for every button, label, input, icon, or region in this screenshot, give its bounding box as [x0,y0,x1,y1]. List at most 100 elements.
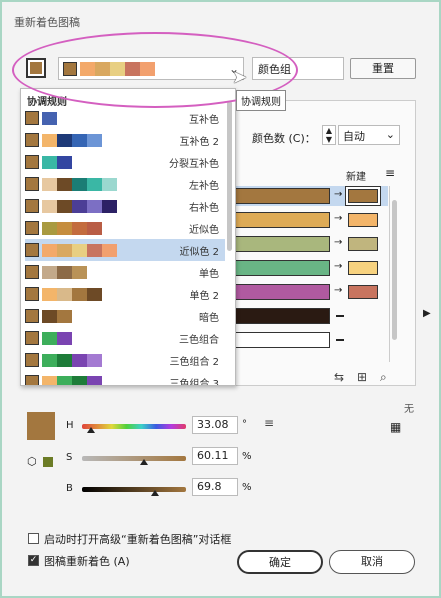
find-color-icon[interactable]: ⌕ [380,370,387,385]
harmony-rule-item[interactable]: 三色组合 2 [25,349,225,371]
harmony-rule-item[interactable]: 互补色 2 [25,129,225,151]
current-color-bar[interactable] [234,308,330,324]
b-label: B [66,483,73,494]
hue-slider-thumb[interactable] [87,427,96,433]
hue-slider[interactable] [82,424,186,429]
arrow-right-icon[interactable]: → [334,285,342,296]
brightness-slider-thumb[interactable] [150,490,159,496]
harmony-rule-item[interactable]: 右补色 [25,195,225,217]
cancel-button[interactable]: 取消 [329,550,415,574]
brightness-slider[interactable] [82,487,186,492]
harmony-tooltip: 协调规则 [236,90,286,111]
harmony-color-chip [42,243,57,257]
dialog-title: 重新着色图稿 [14,16,80,29]
gamut-color-swatch[interactable] [43,457,53,467]
new-color-swatch[interactable] [348,237,378,251]
arrow-right-icon[interactable]: → [334,237,342,248]
recolor-artwork-label: 图稿重新着色 (A) [44,555,130,568]
saturation-unit: % [242,451,252,462]
color-count-stepper[interactable]: ▲ ▼ [322,125,336,145]
current-color-bar[interactable] [234,332,330,348]
arrow-right-icon[interactable]: → [334,213,342,224]
new-color-swatch[interactable] [348,213,378,227]
color-mode-grid-icon[interactable]: ▦ [390,420,401,434]
ok-button[interactable]: 确定 [237,550,323,574]
saturation-value-field[interactable]: 60.11 [192,447,238,465]
new-color-swatch[interactable] [348,261,378,275]
harmony-color-chip [57,309,72,323]
color-count-select[interactable]: 自动 ⌄ [338,125,400,145]
harmony-rule-label: 暗色 [199,312,219,324]
harmony-color-chip [87,375,102,385]
randomize-saturation-icon[interactable]: ⊞ [357,370,367,384]
harmony-color-chip [87,221,102,235]
harmony-color-chip [25,155,39,169]
harmony-color-chip [72,221,87,235]
arrow-right-icon[interactable]: → [334,189,342,200]
harmony-color-chip [57,221,72,235]
brightness-value-field[interactable]: 69.8 [192,478,238,496]
color-count-label: 颜色数 (C)： [252,132,316,145]
current-color-bar[interactable] [234,212,330,228]
harmony-color-chip [42,287,57,301]
strip-color-chip [125,61,140,76]
reset-button[interactable]: 重置 [350,58,416,79]
harmony-rule-label: 单色 [199,268,219,280]
color-group-name-field[interactable]: 颜色组 [252,57,344,80]
harmony-color-chip [42,221,57,235]
current-color-bar[interactable] [234,236,330,252]
pointer-cursor-icon: ➤ [232,67,248,88]
menu-icon[interactable]: ≡ [264,416,274,430]
harmony-color-chip [42,353,57,367]
harmony-color-chip [102,177,117,191]
recolor-artwork-checkbox[interactable]: ✓ [28,555,39,566]
menu-icon[interactable]: ≡ [385,166,395,180]
harmony-rule-item[interactable]: 单色 [25,261,225,283]
saturation-slider[interactable] [82,456,186,461]
harmony-color-chip [72,287,87,301]
expand-panel-icon[interactable]: ▶ [423,308,431,319]
harmony-color-chip [25,353,39,367]
harmony-rule-item[interactable]: 三色组合 3 [25,371,225,385]
new-color-swatch[interactable] [348,285,378,299]
harmony-rule-item[interactable]: 暗色 [25,305,225,327]
current-color-bar[interactable] [234,284,330,300]
harmony-rule-item[interactable]: 左补色 [25,173,225,195]
dropdown-scrollbar[interactable] [226,91,233,383]
base-color-swatch[interactable] [26,58,46,78]
harmony-color-chip [72,265,87,279]
harmony-rule-item[interactable]: 近似色 [25,217,225,239]
harmony-rule-label: 右补色 [189,202,219,214]
saturation-slider-thumb[interactable] [140,459,149,465]
harmony-color-chip [57,331,72,345]
harmony-color-chip [25,265,39,279]
randomize-order-icon[interactable]: ⇆ [334,370,344,384]
harmony-color-chip [72,177,87,191]
harmony-rule-item[interactable]: 分裂互补色 [25,151,225,173]
harmony-color-chip [57,353,72,367]
harmony-dropdown[interactable]: ⌄ [58,57,244,80]
harmony-rule-item[interactable]: 互补色 [25,107,225,129]
strip-color-chip [140,61,155,76]
harmony-rules-dropdown: 协调规则 互补色 互补色 2 分裂互补色 左补色 右补色 近似色 近似色 2 单色 单色 2 暗色… [20,88,236,386]
harmony-color-chip [57,375,72,385]
current-color-bar[interactable] [234,188,330,204]
open-advanced-checkbox[interactable] [28,533,39,544]
hue-value-field[interactable]: 33.08 [192,416,238,434]
harmony-rule-item[interactable]: 近似色 2 [25,239,225,261]
current-color-bar[interactable] [234,260,330,276]
gamut-warning-icon[interactable]: ⬡ [27,455,37,468]
harmony-color-chip [25,221,39,235]
harmony-rule-item[interactable]: 三色组合 [25,327,225,349]
color-count-value: 自动 [343,130,365,143]
harmony-rule-label: 三色组合 2 [169,356,219,368]
harmony-rule-item[interactable]: 单色 2 [25,283,225,305]
open-advanced-label: 启动时打开高级“重新着色图稿”对话框 [44,533,232,546]
new-color-swatch[interactable] [348,189,378,203]
strip-color-chip [80,61,95,76]
harmony-rule-label: 互补色 [189,114,219,126]
harmony-rule-label: 近似色 2 [179,246,219,258]
harmony-color-chip [42,177,57,191]
arrow-right-icon[interactable]: → [334,261,342,272]
color-rows-scrollbar[interactable] [389,186,399,362]
